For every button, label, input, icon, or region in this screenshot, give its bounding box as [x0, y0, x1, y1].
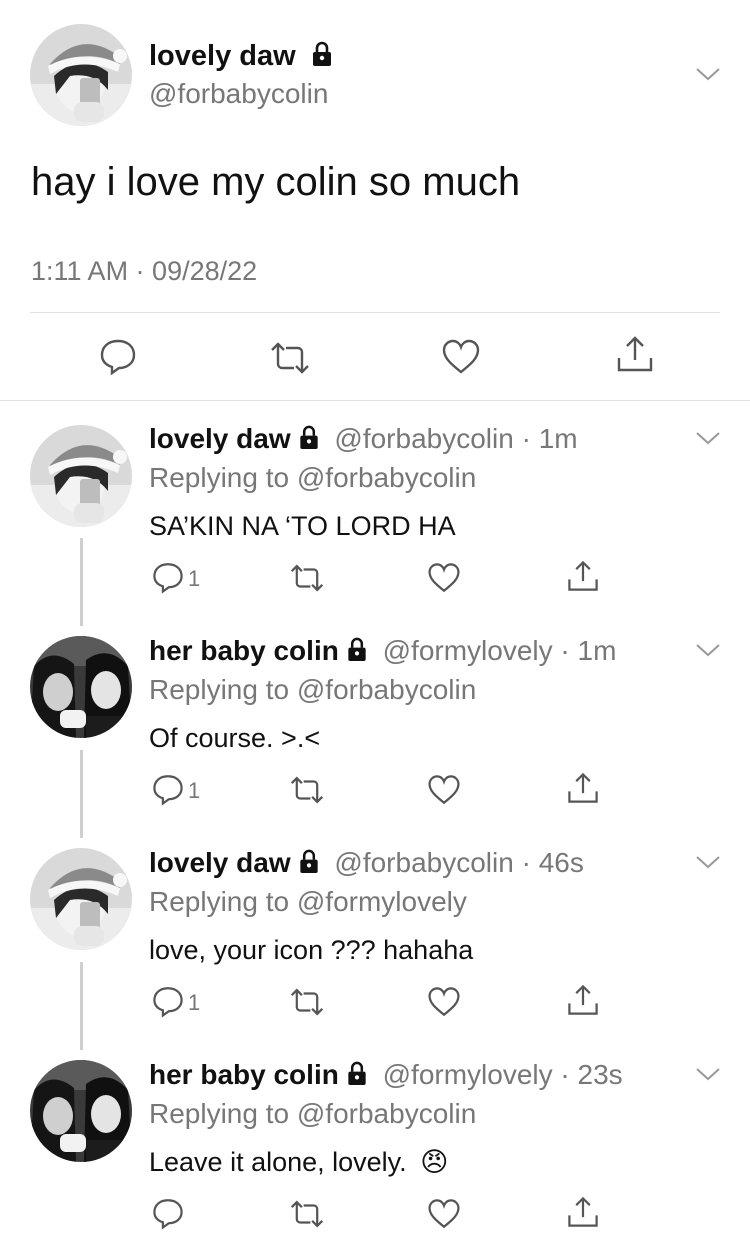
share-icon[interactable] [566, 771, 600, 805]
like-icon[interactable] [441, 337, 481, 377]
display-name-text: lovely daw [149, 40, 296, 72]
share-icon[interactable] [615, 334, 655, 374]
handle[interactable]: @forbabycolin [334, 847, 513, 878]
chevron-down-icon[interactable] [694, 642, 722, 658]
thread-line [80, 538, 83, 626]
display-name[interactable]: lovely daw [149, 40, 332, 73]
share-icon[interactable] [566, 559, 600, 593]
chevron-down-icon[interactable] [694, 854, 722, 870]
share-icon[interactable] [566, 983, 600, 1017]
retweet-icon[interactable] [268, 338, 312, 378]
avatar[interactable] [30, 848, 132, 950]
display-name[interactable]: lovely daw [149, 423, 291, 454]
reply-header: lovely daw @forbabycolin · 46s [149, 847, 584, 879]
display-name[interactable]: her baby colin [149, 635, 339, 666]
reply-icon[interactable] [151, 984, 185, 1018]
avatar[interactable] [30, 636, 132, 738]
relative-time: · 1m [560, 635, 617, 666]
reply-text-line: Leave it alone, lovely. 😠 [149, 1147, 448, 1178]
like-icon[interactable] [427, 985, 461, 1019]
section-divider [0, 400, 750, 401]
timestamp: 1:11 AM · 09/28/22 [31, 256, 258, 286]
lock-icon [299, 425, 318, 450]
replying-label: Replying to [149, 674, 290, 705]
reply-icon[interactable] [151, 772, 185, 806]
share-icon[interactable] [566, 1195, 600, 1229]
replying-label: Replying to [149, 462, 290, 493]
replying-label: Replying to [149, 1098, 290, 1129]
handle[interactable]: @formylovely [383, 1059, 553, 1090]
lock-icon [299, 849, 318, 874]
retweet-icon[interactable] [288, 1197, 326, 1231]
tweet-text: hay i love my colin so much [31, 160, 521, 204]
relative-time: · 1m [521, 423, 578, 454]
reply-text: SA’KIN NA ‘TO LORD HA [149, 511, 456, 541]
lock-icon [348, 637, 366, 662]
chevron-down-icon[interactable] [694, 1066, 722, 1082]
replying-handle[interactable]: @forbabycolin [297, 462, 476, 493]
reply-header: her baby colin @formylovely · 1m [149, 635, 616, 667]
lock-icon [312, 41, 331, 66]
reply-count: 1 [188, 566, 201, 591]
reply-text: love, your icon ??? hahaha [149, 935, 474, 965]
reply-text: Leave it alone, lovely. [149, 1147, 407, 1177]
chevron-down-icon[interactable] [694, 66, 722, 82]
avatar[interactable] [30, 425, 132, 527]
avatar[interactable] [30, 1060, 132, 1162]
like-icon[interactable] [427, 773, 461, 807]
chevron-down-icon[interactable] [694, 430, 722, 446]
reply-icon[interactable] [151, 1196, 185, 1230]
angry-face-emoji: 😠 [420, 1147, 449, 1177]
reply-header: lovely daw @forbabycolin · 1m [149, 423, 578, 455]
thread-line [80, 750, 83, 838]
divider [30, 312, 720, 313]
replying-label: Replying to [149, 886, 290, 917]
avatar[interactable] [30, 24, 132, 126]
thread-line [80, 962, 83, 1050]
lock-icon [348, 1061, 366, 1086]
like-icon[interactable] [427, 561, 461, 595]
retweet-icon[interactable] [288, 561, 326, 595]
display-name[interactable]: her baby colin [149, 1059, 339, 1090]
replying-handle[interactable]: @formylovely [297, 886, 467, 917]
handle[interactable]: @forbabycolin [149, 78, 328, 110]
handle[interactable]: @formylovely [383, 635, 553, 666]
like-icon[interactable] [427, 1197, 461, 1231]
reply-header: her baby colin @formylovely · 23s [149, 1059, 623, 1091]
replying-handle[interactable]: @forbabycolin [297, 1098, 476, 1129]
display-name[interactable]: lovely daw [149, 847, 291, 878]
retweet-icon[interactable] [288, 773, 326, 807]
retweet-icon[interactable] [288, 985, 326, 1019]
reply-text: Of course. >.< [149, 723, 321, 753]
reply-count: 1 [188, 990, 201, 1015]
replying-to: Replying to @forbabycolin [149, 1098, 476, 1130]
reply-count: 1 [188, 778, 201, 803]
replying-handle[interactable]: @forbabycolin [297, 674, 476, 705]
replying-to: Replying to @forbabycolin [149, 462, 476, 494]
relative-time: · 23s [560, 1059, 623, 1090]
relative-time: · 46s [521, 847, 584, 878]
reply-icon[interactable] [98, 336, 138, 376]
reply-icon[interactable] [151, 560, 185, 594]
replying-to: Replying to @forbabycolin [149, 674, 476, 706]
handle[interactable]: @forbabycolin [334, 423, 513, 454]
replying-to: Replying to @formylovely [149, 886, 467, 918]
